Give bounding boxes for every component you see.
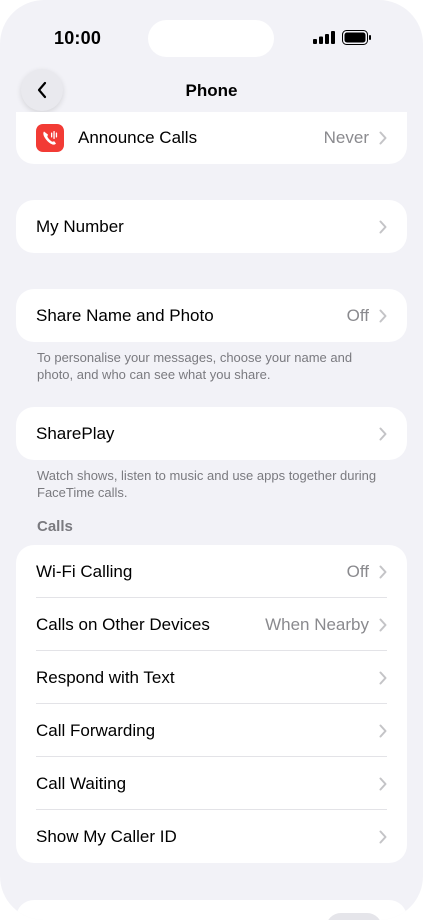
share-group: Share Name and Photo Off xyxy=(16,289,407,342)
chevron-right-icon xyxy=(379,724,387,737)
chevron-right-icon xyxy=(379,830,387,843)
show-caller-id-row[interactable]: Show My Caller ID xyxy=(16,810,407,863)
call-waiting-row[interactable]: Call Waiting xyxy=(16,757,407,810)
calls-group: Wi-Fi Calling Off Calls on Other Devices… xyxy=(16,545,407,863)
calls-other-devices-row[interactable]: Calls on Other Devices When Nearby xyxy=(16,598,407,651)
row-label: Call Waiting xyxy=(36,773,127,793)
shareplay-footnote: Watch shows, listen to music and use app… xyxy=(37,468,377,500)
share-name-photo-value: Off xyxy=(346,305,369,325)
battery-icon xyxy=(342,30,371,45)
phone-app-icon xyxy=(36,124,64,152)
wifi-calling-row[interactable]: Wi-Fi Calling Off xyxy=(16,545,407,598)
chevron-right-icon xyxy=(379,618,387,631)
row-value: When Nearby xyxy=(265,614,369,634)
announce-calls-row[interactable]: Announce Calls Never xyxy=(16,112,407,164)
chevron-right-icon xyxy=(379,777,387,790)
page-title: Phone xyxy=(185,81,238,100)
chevron-right-icon xyxy=(379,427,387,440)
chevron-right-icon xyxy=(379,565,387,578)
cellular-signal-icon xyxy=(313,31,335,44)
announce-calls-label: Announce Calls xyxy=(78,128,198,147)
row-label: Respond with Text xyxy=(36,667,175,687)
phone-screen: 10:00 Phone Announce Calls Never My Numb… xyxy=(0,0,423,920)
announce-calls-value: Never xyxy=(323,128,369,147)
call-forwarding-row[interactable]: Call Forwarding xyxy=(16,704,407,757)
phone-sound-icon xyxy=(43,131,58,145)
shareplay-row[interactable]: SharePlay xyxy=(16,407,407,460)
share-footnote: To personalise your messages, choose you… xyxy=(37,350,353,382)
chevron-right-icon xyxy=(379,131,387,145)
announce-group: Announce Calls Never xyxy=(16,112,407,164)
share-name-photo-row[interactable]: Share Name and Photo Off xyxy=(16,289,407,342)
toggle-switch[interactable] xyxy=(326,913,382,920)
dynamic-island xyxy=(148,20,274,57)
my-number-label: My Number xyxy=(36,216,124,236)
chevron-right-icon xyxy=(379,220,387,233)
shareplay-label: SharePlay xyxy=(36,423,115,443)
my-number-row[interactable]: My Number xyxy=(16,200,407,253)
status-time: 10:00 xyxy=(54,28,102,48)
row-label: Call Forwarding xyxy=(36,720,156,740)
chevron-right-icon xyxy=(379,309,387,322)
row-label: Show My Caller ID xyxy=(36,826,177,846)
share-name-photo-label: Share Name and Photo xyxy=(36,305,214,325)
respond-with-text-row[interactable]: Respond with Text xyxy=(16,651,407,704)
shareplay-group: SharePlay xyxy=(16,407,407,460)
row-label: Calls on Other Devices xyxy=(36,614,210,634)
row-value: Off xyxy=(346,561,369,581)
calls-section-header: Calls xyxy=(37,518,73,535)
chevron-right-icon xyxy=(379,671,387,684)
row-label: Wi-Fi Calling xyxy=(36,561,133,581)
my-number-group: My Number xyxy=(16,200,407,253)
